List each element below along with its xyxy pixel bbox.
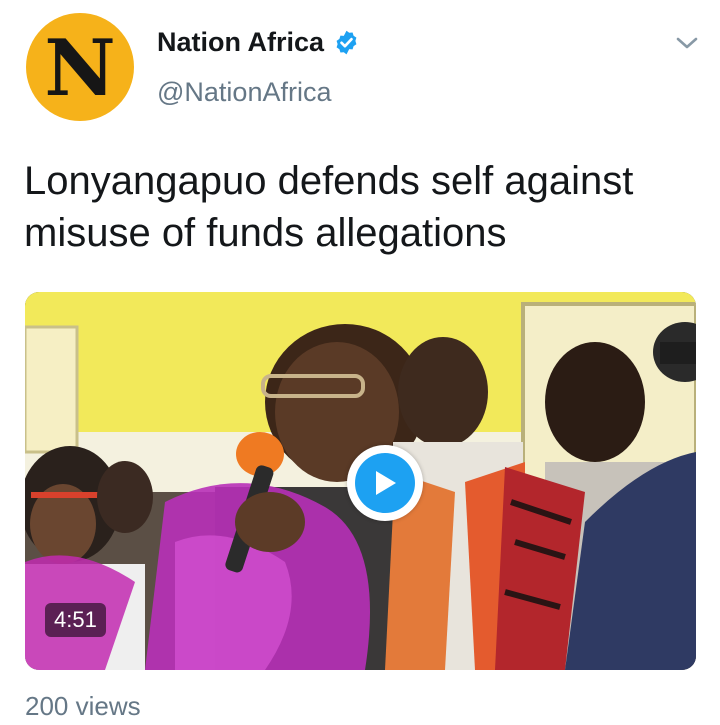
display-name-row[interactable]: Nation Africa <box>157 27 360 58</box>
play-button-circle <box>355 453 415 513</box>
display-name[interactable]: Nation Africa <box>157 27 324 58</box>
tweet-card[interactable]: N Nation Africa @NationAfrica Lonyangapu… <box>0 0 720 725</box>
video-duration-badge: 4:51 <box>45 603 106 637</box>
chevron-down-icon[interactable] <box>674 34 700 52</box>
verified-badge-icon <box>336 30 357 55</box>
user-handle[interactable]: @NationAfrica <box>157 77 331 108</box>
play-button[interactable] <box>347 445 423 521</box>
avatar-logo-letter: N <box>44 23 116 114</box>
view-count: 200 views <box>25 691 141 721</box>
avatar[interactable]: N <box>26 13 134 121</box>
tweet-text: Lonyangapuo defends self against misuse … <box>24 159 634 255</box>
play-icon <box>376 471 396 495</box>
video-thumbnail[interactable]: 4:51 <box>25 292 696 670</box>
